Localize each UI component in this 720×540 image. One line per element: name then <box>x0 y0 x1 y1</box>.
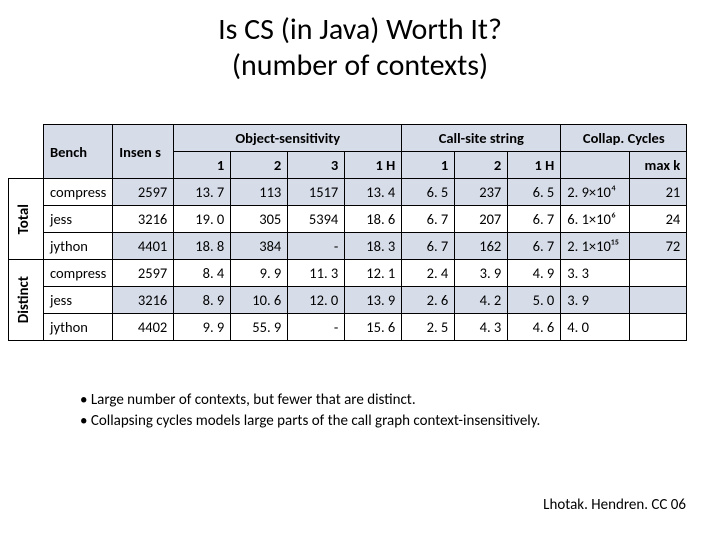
col-cs1h: 1 H <box>508 152 561 179</box>
col-cs1: 1 <box>402 152 455 179</box>
group-total: Total <box>9 179 44 260</box>
table-row: jython 4402 9. 9 55. 9 - 15. 6 2. 5 4. 3… <box>9 314 687 341</box>
table-row: jython 4401 18. 8 384 - 18. 3 6. 7 162 6… <box>9 233 687 260</box>
col-collap-val <box>561 152 630 179</box>
col-objsens: Object-sensitivity <box>174 125 402 152</box>
footer-citation: Lhotak. Hendren. CC 06 <box>543 496 686 514</box>
bullet-2: Collapsing cycles models large parts of … <box>80 411 540 432</box>
data-table: Bench Insen s Object-sensitivity Call-si… <box>8 124 687 341</box>
col-callsite: Call-site string <box>402 125 561 152</box>
col-maxk: max k <box>630 152 687 179</box>
col-cs2: 2 <box>455 152 508 179</box>
group-distinct: Distinct <box>9 260 44 341</box>
slide-title: Is CS (in Java) Worth It? (number of con… <box>0 0 720 84</box>
table-row: Distinct compress 2597 8. 4 9. 9 11. 3 1… <box>9 260 687 287</box>
table-row: jess 3216 19. 0 305 5394 18. 6 6. 7 207 … <box>9 206 687 233</box>
col-o3: 3 <box>288 152 345 179</box>
col-o2: 2 <box>231 152 288 179</box>
data-table-wrap: Bench Insen s Object-sensitivity Call-si… <box>8 124 687 341</box>
title-line1: Is CS (in Java) Worth It? <box>218 11 502 48</box>
table-row: jess 3216 8. 9 10. 6 12. 0 13. 9 2. 6 4.… <box>9 287 687 314</box>
col-bench: Bench <box>44 125 113 179</box>
col-collap: Collap. Cycles <box>561 125 687 152</box>
col-insens: Insen s <box>113 125 174 179</box>
col-o1: 1 <box>174 152 231 179</box>
bullet-1: Large number of contexts, but fewer that… <box>80 390 540 411</box>
table-row: Total compress 2597 13. 7 113 1517 13. 4… <box>9 179 687 206</box>
header-row-1: Bench Insen s Object-sensitivity Call-si… <box>9 125 687 152</box>
col-o1h: 1 H <box>345 152 402 179</box>
title-line2: (number of contexts) <box>232 47 488 84</box>
bullet-list: Large number of contexts, but fewer that… <box>80 390 540 432</box>
